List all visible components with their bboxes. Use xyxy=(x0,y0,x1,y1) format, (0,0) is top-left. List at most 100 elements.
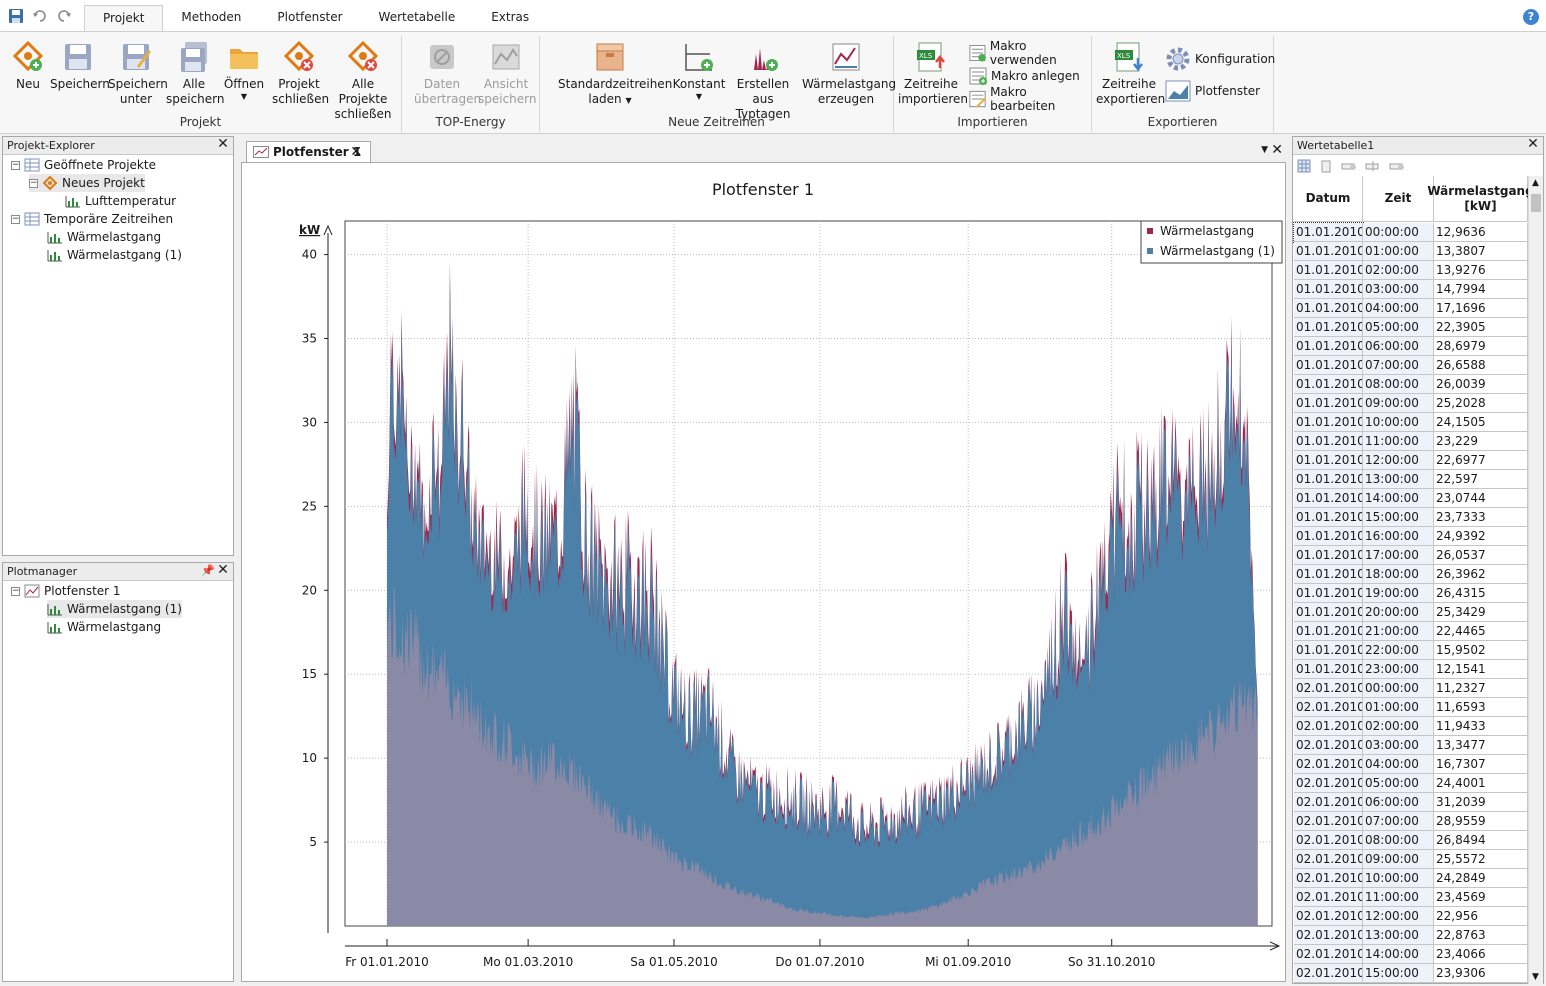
collapse-icon[interactable]: − xyxy=(11,586,20,596)
cell-time[interactable]: 14:00:00 xyxy=(1363,945,1434,964)
cell-date[interactable]: 01.01.2010 xyxy=(1294,451,1363,470)
cell-value[interactable]: 23,4569 xyxy=(1434,888,1528,907)
table-row[interactable]: 02.01.2010 04:00:00 16,7307 xyxy=(1294,755,1528,774)
cell-time[interactable]: 10:00:00 xyxy=(1363,869,1434,888)
cell-value[interactable]: 25,5572 xyxy=(1434,850,1528,869)
cell-value[interactable]: 13,9276 xyxy=(1434,261,1528,280)
cell-date[interactable]: 01.01.2010 xyxy=(1294,261,1363,280)
cell-value[interactable]: 26,3962 xyxy=(1434,565,1528,584)
collapse-icon[interactable]: − xyxy=(11,214,20,224)
cell-value[interactable]: 25,2028 xyxy=(1434,394,1528,413)
create-from-typical-days-button[interactable]: Erstellen aus Typtagen xyxy=(730,40,796,122)
cell-date[interactable]: 02.01.2010 xyxy=(1294,717,1363,736)
cell-date[interactable]: 02.01.2010 xyxy=(1294,679,1363,698)
table-row[interactable]: 02.01.2010 11:00:00 23,4569 xyxy=(1294,888,1528,907)
table-row[interactable]: 01.01.2010 09:00:00 25,2028 xyxy=(1294,394,1528,413)
table-row[interactable]: 01.01.2010 03:00:00 14,7994 xyxy=(1294,280,1528,299)
table-row[interactable]: 01.01.2010 15:00:00 23,7333 xyxy=(1294,508,1528,527)
cell-value[interactable]: 23,9306 xyxy=(1434,964,1528,983)
pin-icon[interactable]: 📌 xyxy=(201,564,215,578)
table-scrollbar[interactable]: ▲ ▼ xyxy=(1528,176,1543,984)
collapse-icon[interactable]: − xyxy=(11,160,20,170)
cell-date[interactable]: 01.01.2010 xyxy=(1294,527,1363,546)
cell-time[interactable]: 04:00:00 xyxy=(1363,299,1434,318)
create-macro-button[interactable]: Makro anlegen xyxy=(968,65,1080,87)
cell-value[interactable]: 22,8763 xyxy=(1434,926,1528,945)
cell-date[interactable]: 02.01.2010 xyxy=(1294,698,1363,717)
table-row[interactable]: 01.01.2010 04:00:00 17,1696 xyxy=(1294,299,1528,318)
load-standard-series-button[interactable]: Standardzeitreihen laden ▼ xyxy=(558,40,672,108)
cell-date[interactable]: 02.01.2010 xyxy=(1294,926,1363,945)
cell-time[interactable]: 00:00:00 xyxy=(1363,679,1434,698)
cell-time[interactable]: 05:00:00 xyxy=(1363,774,1434,793)
cell-date[interactable]: 02.01.2010 xyxy=(1294,736,1363,755)
configuration-button[interactable]: Konfiguration xyxy=(1164,47,1275,71)
cell-date[interactable]: 01.01.2010 xyxy=(1294,470,1363,489)
cell-date[interactable]: 02.01.2010 xyxy=(1294,755,1363,774)
help-icon[interactable]: ? xyxy=(1523,9,1539,25)
cell-time[interactable]: 15:00:00 xyxy=(1363,964,1434,983)
table-row[interactable]: 01.01.2010 18:00:00 26,3962 xyxy=(1294,565,1528,584)
close-icon[interactable]: ✕ xyxy=(216,137,230,152)
cell-value[interactable]: 22,3905 xyxy=(1434,318,1528,337)
cell-date[interactable]: 01.01.2010 xyxy=(1294,584,1363,603)
tree-item-plot-window-1[interactable]: − Plotfenster 1 xyxy=(11,582,121,600)
cell-value[interactable]: 11,2327 xyxy=(1434,679,1528,698)
cell-time[interactable]: 03:00:00 xyxy=(1363,280,1434,299)
tree-item-plot-heat-load-1[interactable]: Wärmelastgang (1) xyxy=(47,600,182,618)
table-row[interactable]: 02.01.2010 00:00:00 11,2327 xyxy=(1294,679,1528,698)
cell-date[interactable]: 01.01.2010 xyxy=(1294,299,1363,318)
save-as-button[interactable]: Speichern unter xyxy=(108,40,168,107)
copy-icon[interactable] xyxy=(1319,159,1333,173)
cell-value[interactable]: 23,7333 xyxy=(1434,508,1528,527)
cell-value[interactable]: 11,6593 xyxy=(1434,698,1528,717)
transfer-data-button[interactable]: Daten übertragen xyxy=(414,40,481,107)
table-row[interactable]: 02.01.2010 13:00:00 22,8763 xyxy=(1294,926,1528,945)
close-tab-icon[interactable]: ✕ xyxy=(350,144,362,160)
save-view-button[interactable]: Ansicht speichern xyxy=(478,40,537,107)
cell-value[interactable]: 26,8494 xyxy=(1434,831,1528,850)
cell-value[interactable]: 23,0744 xyxy=(1434,489,1528,508)
cell-time[interactable]: 12:00:00 xyxy=(1363,451,1434,470)
cell-date[interactable]: 02.01.2010 xyxy=(1294,793,1363,812)
cell-value[interactable]: 12,9636 xyxy=(1434,223,1528,242)
tab-projekt[interactable]: Projekt xyxy=(84,5,164,32)
tab-wertetabelle[interactable]: Wertetabelle xyxy=(361,5,474,32)
scroll-thumb[interactable] xyxy=(1531,194,1541,212)
cell-date[interactable]: 01.01.2010 xyxy=(1294,356,1363,375)
cell-date[interactable]: 01.01.2010 xyxy=(1294,641,1363,660)
cell-date[interactable]: 01.01.2010 xyxy=(1294,546,1363,565)
table-row[interactable]: 01.01.2010 08:00:00 26,0039 xyxy=(1294,375,1528,394)
table-row[interactable]: 01.01.2010 14:00:00 23,0744 xyxy=(1294,489,1528,508)
cell-time[interactable]: 13:00:00 xyxy=(1363,470,1434,489)
cell-date[interactable]: 02.01.2010 xyxy=(1294,831,1363,850)
cell-date[interactable]: 01.01.2010 xyxy=(1294,432,1363,451)
close-all-projects-button[interactable]: Alle Projekte schließen xyxy=(328,40,398,122)
cell-time[interactable]: 01:00:00 xyxy=(1363,242,1434,261)
cell-time[interactable]: 17:00:00 xyxy=(1363,546,1434,565)
table-row[interactable]: 01.01.2010 00:00:00 12,9636 xyxy=(1293,222,1528,243)
table-row[interactable]: 02.01.2010 05:00:00 24,4001 xyxy=(1294,774,1528,793)
cell-value[interactable]: 15,9502 xyxy=(1434,641,1528,660)
edit-macro-button[interactable]: Makro bearbeiten xyxy=(968,85,1091,113)
collapse-icon[interactable]: − xyxy=(29,178,38,188)
generate-heat-load-button[interactable]: Wärmelastgang erzeugen xyxy=(802,40,896,107)
insert-row-icon[interactable] xyxy=(1365,159,1381,173)
cell-value[interactable]: 26,0537 xyxy=(1434,546,1528,565)
table-row[interactable]: 02.01.2010 15:00:00 23,9306 xyxy=(1294,964,1528,983)
scroll-up-icon[interactable]: ▲ xyxy=(1532,178,1539,188)
table-row[interactable]: 01.01.2010 20:00:00 25,3429 xyxy=(1294,603,1528,622)
cell-time[interactable]: 12:00:00 xyxy=(1363,907,1434,926)
table-row[interactable]: 02.01.2010 14:00:00 23,4066 xyxy=(1294,945,1528,964)
cell-time[interactable]: 00:00:00 xyxy=(1363,223,1434,242)
cell-time[interactable]: 11:00:00 xyxy=(1363,888,1434,907)
cell-time[interactable]: 18:00:00 xyxy=(1363,565,1434,584)
save-button[interactable]: Speichern xyxy=(50,40,110,92)
scroll-down-icon[interactable]: ▼ xyxy=(1532,972,1539,982)
cell-time[interactable]: 16:00:00 xyxy=(1363,527,1434,546)
table-row[interactable]: 02.01.2010 10:00:00 24,2849 xyxy=(1294,869,1528,888)
cell-time[interactable]: 05:00:00 xyxy=(1363,318,1434,337)
save-quick-icon[interactable] xyxy=(6,6,26,26)
close-icon[interactable]: ✕ xyxy=(1526,137,1540,152)
add-row-icon[interactable] xyxy=(1341,159,1357,173)
